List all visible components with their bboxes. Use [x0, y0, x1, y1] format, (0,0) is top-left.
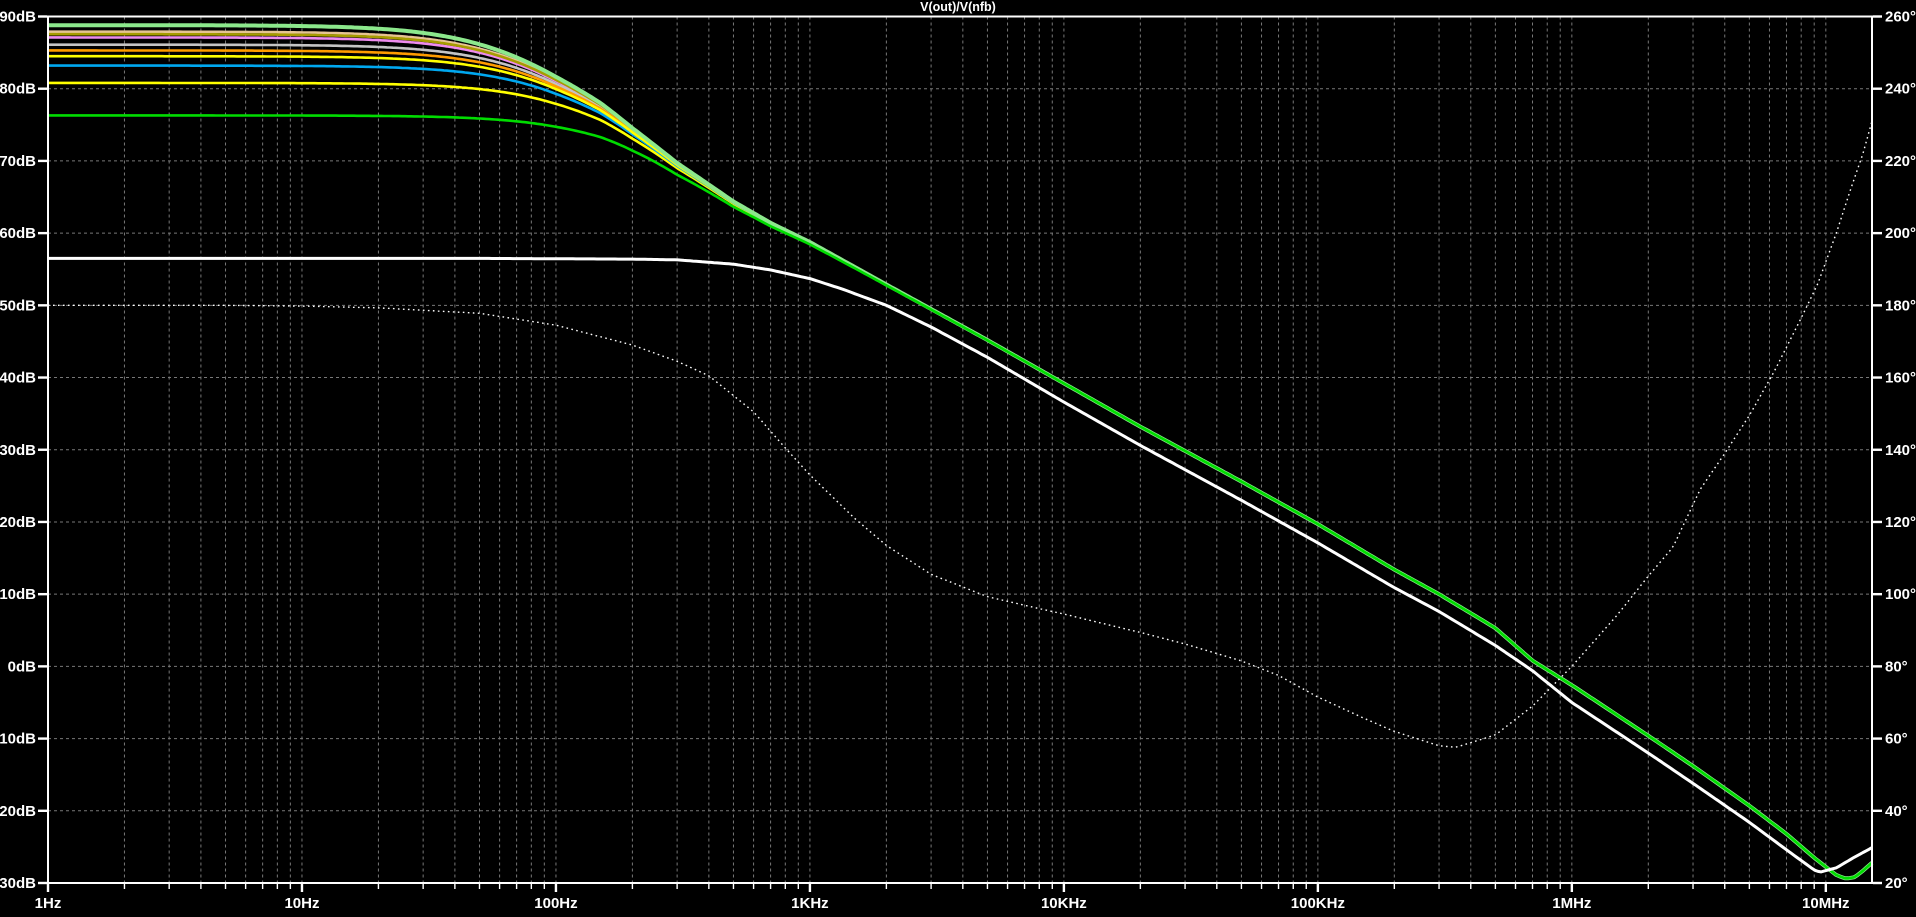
y-left-axis-label: -20dB	[0, 803, 36, 820]
phase-curve-white	[48, 121, 1873, 748]
y-right-axis-label: 80°	[1885, 658, 1908, 675]
y-left-axis-label: 0dB	[8, 658, 37, 675]
y-left-axis-label: 70dB	[0, 153, 36, 170]
y-left-axis-label: 30dB	[0, 442, 36, 459]
y-right-axis-label: 180°	[1885, 297, 1916, 314]
y-left-axis-label: 20dB	[0, 514, 36, 531]
y-left-axis-label: 90dB	[0, 9, 36, 26]
y-right-axis-label: 120°	[1885, 514, 1916, 531]
magnitude-curve-run-yellow	[48, 54, 1873, 880]
y-left-axis-label: 80dB	[0, 81, 36, 98]
magnitude-curve-white	[48, 256, 1873, 874]
x-axis-label: 100KHz	[1291, 895, 1345, 912]
magnitude-curve-run-orange	[48, 49, 1873, 880]
y-right-axis-label: 140°	[1885, 442, 1916, 459]
x-axis-label: 10KHz	[1041, 895, 1087, 912]
y-left-axis-label: 50dB	[0, 297, 36, 314]
magnitude-curve-run-yellow-2	[48, 81, 1873, 880]
magnitude-curve-run-light-green	[48, 23, 1874, 881]
x-axis-label: 1KHz	[791, 895, 829, 912]
magnitude-curve-run-violet	[48, 36, 1873, 880]
y-right-axis-label: 220°	[1885, 153, 1916, 170]
y-right-axis-label: 100°	[1885, 586, 1916, 603]
y-left-axis-label: 60dB	[0, 225, 36, 242]
y-right-axis-label: 60°	[1885, 731, 1908, 748]
magnitude-curve-run-tan	[48, 30, 1873, 880]
y-left-axis-label: 10dB	[0, 586, 36, 603]
y-left-axis-label: -30dB	[0, 875, 36, 892]
y-right-axis-label: 20°	[1885, 875, 1908, 892]
x-axis-label: 100Hz	[534, 895, 577, 912]
x-axis-label: 10Hz	[284, 895, 319, 912]
y-right-axis-label: 240°	[1885, 81, 1916, 98]
bode-plot-canvas[interactable]: 1Hz 10Hz 100Hz 1KHz 10KHz 100KHz 1MHz 10MHz 90dB…	[0, 0, 1916, 917]
magnitude-curve-run-green	[48, 114, 1873, 880]
x-axis-label: 1Hz	[35, 895, 62, 912]
y-right-axis-label: 200°	[1885, 225, 1916, 242]
x-axis-label: 10MHz	[1802, 895, 1850, 912]
y-left-axis-label: -10dB	[0, 731, 36, 748]
y-right-axis-label: 40°	[1885, 803, 1908, 820]
y-right-axis-label: 260°	[1885, 9, 1916, 26]
y-left-axis-label: 40dB	[0, 370, 36, 387]
magnitude-curve-run-gray	[48, 43, 1873, 880]
x-axis-label: 1MHz	[1552, 895, 1591, 912]
ltspice-waveform-pane: V(out)/V(nfb) 1Hz 10Hz 100Hz 1KHz 10KHz 100KH…	[0, 0, 1916, 917]
y-right-axis-label: 160°	[1885, 370, 1916, 387]
magnitude-curve-run-blue	[48, 64, 1873, 880]
